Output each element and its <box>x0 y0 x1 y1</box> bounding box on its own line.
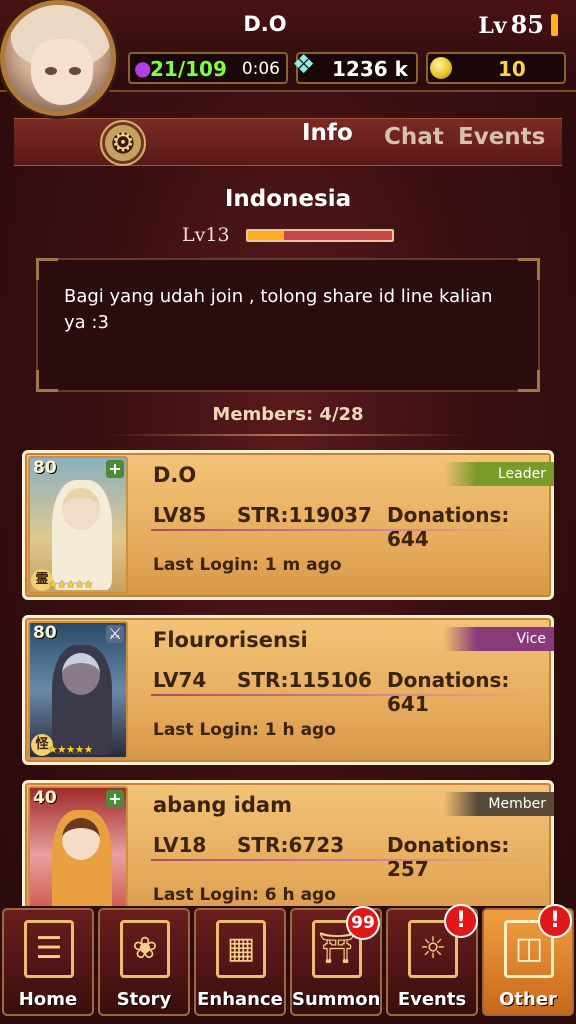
exp-bar <box>551 14 558 36</box>
member-donations: Donations: 641 <box>387 668 510 716</box>
member-role-badge: Vice <box>444 627 554 651</box>
book-icon: ❀ <box>120 920 170 978</box>
player-level: Lv 85 <box>478 10 544 39</box>
guild-message: Bagi yang udah join , tolong share id li… <box>64 286 493 333</box>
events-alert-badge: ! <box>444 904 478 938</box>
avatar-eye-right <box>69 67 81 75</box>
gold-counter[interactable]: 10 <box>426 52 566 84</box>
gear-icon[interactable]: ⚙ <box>100 120 146 166</box>
guild-exp-bar <box>246 229 394 242</box>
guild-level: Lv13 <box>182 224 230 246</box>
member-portrait: 80 + 霊 ★★★★★ <box>28 456 128 594</box>
member-name: D.O <box>153 463 197 487</box>
nav-label: Other <box>499 989 557 1010</box>
divider <box>151 529 531 531</box>
avatar-eye-left <box>45 67 57 75</box>
plus-icon: + <box>106 460 124 478</box>
member-level: LV74 <box>153 668 207 692</box>
other-alert-badge: ! <box>538 904 572 938</box>
nav-label: Events <box>397 989 467 1010</box>
member-strength: STR:119037 <box>237 503 372 527</box>
member-role-badge: Member <box>444 792 554 816</box>
tab-chat[interactable]: Chat <box>384 124 444 150</box>
summon-badge: 99 <box>346 906 380 940</box>
level-value: 85 <box>510 10 544 39</box>
nav-label: Home <box>18 989 78 1010</box>
card-level: 80 <box>33 623 57 643</box>
corner-ornament <box>518 370 540 392</box>
character-head <box>62 818 100 860</box>
avatar-face <box>31 39 93 105</box>
energy-value: 21/109 <box>150 57 227 81</box>
member-name: abang idam <box>153 793 292 817</box>
energy-timer: 0:06 <box>241 59 280 79</box>
nav-label: Summon <box>292 989 381 1010</box>
nav-story[interactable]: ❀ Story <box>98 908 190 1016</box>
card-level: 80 <box>33 458 57 478</box>
member-level: LV18 <box>153 833 207 857</box>
gem-counter[interactable]: ❖ 1236 k <box>292 50 418 84</box>
member-strength: STR:115106 <box>237 668 372 692</box>
member-card[interactable]: 80 + 霊 ★★★★★ D.O Leader LV85 STR:119037 … <box>22 450 554 600</box>
member-donations: Donations: 644 <box>387 503 510 551</box>
character-head <box>62 653 100 695</box>
member-last-login: Last Login: 1 m ago <box>153 555 342 575</box>
energy-drop-icon: ● <box>134 56 152 80</box>
nav-label: Story <box>116 989 172 1010</box>
rarity-stars: ★★★★★ <box>48 578 93 591</box>
plus-icon: + <box>106 790 124 808</box>
member-last-login: Last Login: 6 h ago <box>153 885 336 905</box>
guild-exp-fill <box>248 231 284 240</box>
member-name: Flourorisensi <box>153 628 308 652</box>
nav-home[interactable]: ☰ Home <box>2 908 94 1016</box>
member-level: LV85 <box>153 503 207 527</box>
corner-ornament <box>36 258 58 280</box>
member-donations: Donations: 257 <box>387 833 510 881</box>
corner-ornament <box>36 370 58 392</box>
card-level: 40 <box>33 788 57 808</box>
sword-icon: ⚔ <box>106 624 124 643</box>
level-label: Lv <box>478 13 507 39</box>
gem-value: 1236 k <box>332 57 408 81</box>
gold-bars-icon: ▦ <box>216 920 266 978</box>
member-role-badge: Leader <box>444 462 554 486</box>
guild-message-box: Bagi yang udah join , tolong share id li… <box>36 258 540 392</box>
member-card[interactable]: 80 ⚔ 怪 ★★★★★ Flourorisensi Vice LV74 STR… <box>22 615 554 765</box>
member-portrait: 80 ⚔ 怪 ★★★★★ <box>28 621 128 759</box>
gold-value: 10 <box>498 57 526 81</box>
member-last-login: Last Login: 1 h ago <box>153 720 336 740</box>
scroll-icon: ☰ <box>24 920 74 978</box>
crystal-icon: ❖ <box>292 50 316 80</box>
nav-label: Enhance <box>197 989 283 1010</box>
tab-events[interactable]: Events <box>458 124 545 150</box>
corner-ornament <box>518 258 540 280</box>
player-avatar[interactable] <box>0 0 116 116</box>
divider <box>151 694 531 696</box>
member-portrait: 40 + <box>28 786 128 924</box>
energy-counter[interactable]: ● 21/109 0:06 <box>128 52 288 84</box>
rarity-stars: ★★★★★ <box>48 743 93 756</box>
divider <box>108 434 468 436</box>
nav-enhance[interactable]: ▦ Enhance <box>194 908 286 1016</box>
guild-name: Indonesia <box>224 186 352 212</box>
divider <box>151 859 531 861</box>
character-head <box>62 488 100 530</box>
tab-info[interactable]: Info <box>302 120 353 146</box>
coin-icon <box>430 57 452 79</box>
member-strength: STR:6723 <box>237 833 345 857</box>
player-name: D.O <box>243 12 287 36</box>
members-count: Members: 4/28 <box>212 404 364 425</box>
